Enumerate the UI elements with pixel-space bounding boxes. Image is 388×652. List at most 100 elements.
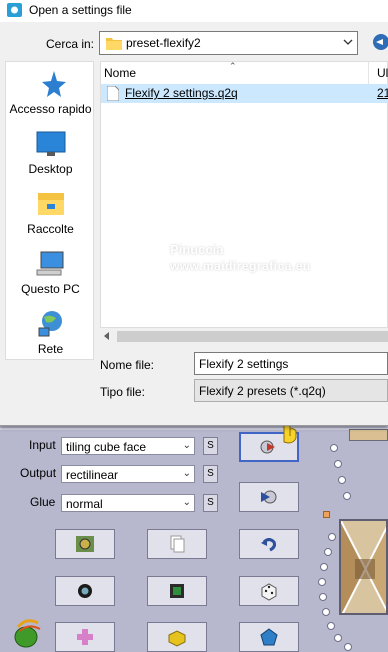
places-bar: Accesso rapido Desktop Raccolte Questo P… xyxy=(5,61,94,360)
output-label: Output xyxy=(20,466,57,480)
sort-ascending-icon: ⌃ xyxy=(229,61,237,71)
cross-puzzle-icon xyxy=(77,629,93,645)
globe-image-icon xyxy=(76,536,94,552)
input-s-button[interactable]: S xyxy=(203,437,218,455)
ring-dot xyxy=(318,578,326,586)
ring-dot xyxy=(327,622,335,630)
save-file-icon xyxy=(261,490,277,504)
watermark-title: Pinuccia xyxy=(170,242,224,257)
computer-icon xyxy=(36,251,64,276)
file-type-value: Flexify 2 presets (*.q2q) xyxy=(199,384,326,398)
place-label: Accesso rapido xyxy=(9,102,92,116)
save-settings-button[interactable] xyxy=(239,482,299,512)
file-icon xyxy=(107,86,119,101)
file-type-select[interactable]: Flexify 2 presets (*.q2q) xyxy=(194,379,388,402)
glue-s-button[interactable]: S xyxy=(203,494,218,512)
chevron-down-icon: ⌄ xyxy=(182,440,191,451)
input-label: Input xyxy=(29,438,56,452)
app-icon xyxy=(7,3,22,17)
ring-dot xyxy=(334,634,342,642)
column-header-date[interactable]: Ul xyxy=(377,66,388,80)
desktop-icon xyxy=(36,131,66,156)
library-icon xyxy=(38,193,64,215)
file-type-label: Tipo file: xyxy=(100,385,145,399)
look-in-value: preset-flexify2 xyxy=(126,36,201,50)
output-select[interactable]: rectilinear ⌄ xyxy=(61,465,195,483)
horizontal-scrollbar[interactable] xyxy=(100,327,388,344)
glue-label: Glue xyxy=(30,495,56,509)
look-in-label: Cerca in: xyxy=(46,37,95,51)
file-name-label: Nome file: xyxy=(100,358,155,372)
ring-dot xyxy=(328,533,336,541)
place-label: Questo PC xyxy=(21,282,80,296)
pentagon-icon xyxy=(260,628,278,646)
preview-image xyxy=(339,519,388,615)
ring-dot xyxy=(319,593,327,601)
preview-pattern xyxy=(341,521,386,613)
place-quick-access[interactable]: Accesso rapido xyxy=(6,70,95,120)
ring-dot xyxy=(338,476,346,484)
undo-button[interactable] xyxy=(239,529,299,559)
place-this-pc[interactable]: Questo PC xyxy=(6,250,95,300)
preview-thumbnail-top xyxy=(349,429,388,441)
square-frame-icon xyxy=(170,584,184,598)
block-button[interactable] xyxy=(147,622,207,652)
ring-button[interactable] xyxy=(55,576,115,606)
file-list: ⌃ Nome Ul Flexify 2 settings.q2q 21 xyxy=(100,61,388,344)
glue-select[interactable]: normal ⌄ xyxy=(61,494,195,512)
star-icon xyxy=(42,71,66,97)
watermark-logo-icon xyxy=(134,227,166,259)
lego-brick-icon xyxy=(168,630,186,647)
glue-select-value: normal xyxy=(66,497,103,511)
copy-button[interactable] xyxy=(147,529,207,559)
copy-icon xyxy=(170,535,185,553)
chevron-down-icon xyxy=(343,39,353,45)
file-date: 21 xyxy=(377,86,388,100)
input-select[interactable]: tiling cube face ⌄ xyxy=(61,437,195,455)
puzzle-button[interactable] xyxy=(55,622,115,652)
column-separator[interactable] xyxy=(368,62,369,84)
output-s-button[interactable]: S xyxy=(203,465,218,483)
file-row[interactable]: Flexify 2 settings.q2q 21 xyxy=(101,84,388,103)
dice-icon xyxy=(261,583,277,601)
place-libraries[interactable]: Raccolte xyxy=(6,190,95,240)
ring-dot xyxy=(344,643,352,651)
dialog-title: Open a settings file xyxy=(29,3,132,17)
file-name: Flexify 2 settings.q2q xyxy=(125,86,238,100)
back-arrow-icon[interactable] xyxy=(373,34,388,50)
output-select-value: rectilinear xyxy=(66,468,119,482)
place-label: Rete xyxy=(37,342,64,356)
chevron-down-icon: ⌄ xyxy=(182,497,191,508)
watermark-url: www.maidiregrafica.eu xyxy=(170,259,311,273)
dialog-titlebar[interactable]: Open a settings file xyxy=(0,0,388,22)
ring-dot xyxy=(320,563,328,571)
place-label: Raccolte xyxy=(27,222,74,236)
panel-divider xyxy=(0,428,388,430)
folder-icon xyxy=(106,38,122,50)
file-name-field[interactable]: Flexify 2 settings xyxy=(194,352,388,375)
ring-dot xyxy=(343,492,351,500)
dice-button[interactable] xyxy=(239,576,299,606)
file-name-value: Flexify 2 settings xyxy=(199,357,289,371)
place-desktop[interactable]: Desktop xyxy=(6,130,95,180)
ring-dot xyxy=(330,444,338,452)
ring-dot xyxy=(334,460,342,468)
input-select-value: tiling cube face xyxy=(66,440,147,454)
scrollbar-thumb[interactable] xyxy=(117,331,388,342)
handle-marker[interactable] xyxy=(323,511,330,518)
watermark: Pinuccia www.maidiregrafica.eu xyxy=(130,217,350,277)
look-in-select[interactable]: preset-flexify2 xyxy=(99,31,358,55)
randomize-image-button[interactable] xyxy=(55,529,115,559)
column-header-name[interactable]: Nome xyxy=(104,66,136,80)
frame-button[interactable] xyxy=(147,576,207,606)
place-network[interactable]: Rete xyxy=(6,310,95,360)
network-icon xyxy=(38,311,62,337)
open-settings-dialog: Open a settings file Cerca in: preset-fl… xyxy=(0,0,388,426)
ring-dot xyxy=(322,608,330,616)
undo-icon xyxy=(261,538,276,552)
place-label: Desktop xyxy=(28,162,73,176)
scroll-left-arrow-icon[interactable] xyxy=(104,332,109,340)
chevron-down-icon: ⌄ xyxy=(182,468,191,479)
ring-dot xyxy=(324,548,332,556)
pentagon-button[interactable] xyxy=(239,622,299,652)
